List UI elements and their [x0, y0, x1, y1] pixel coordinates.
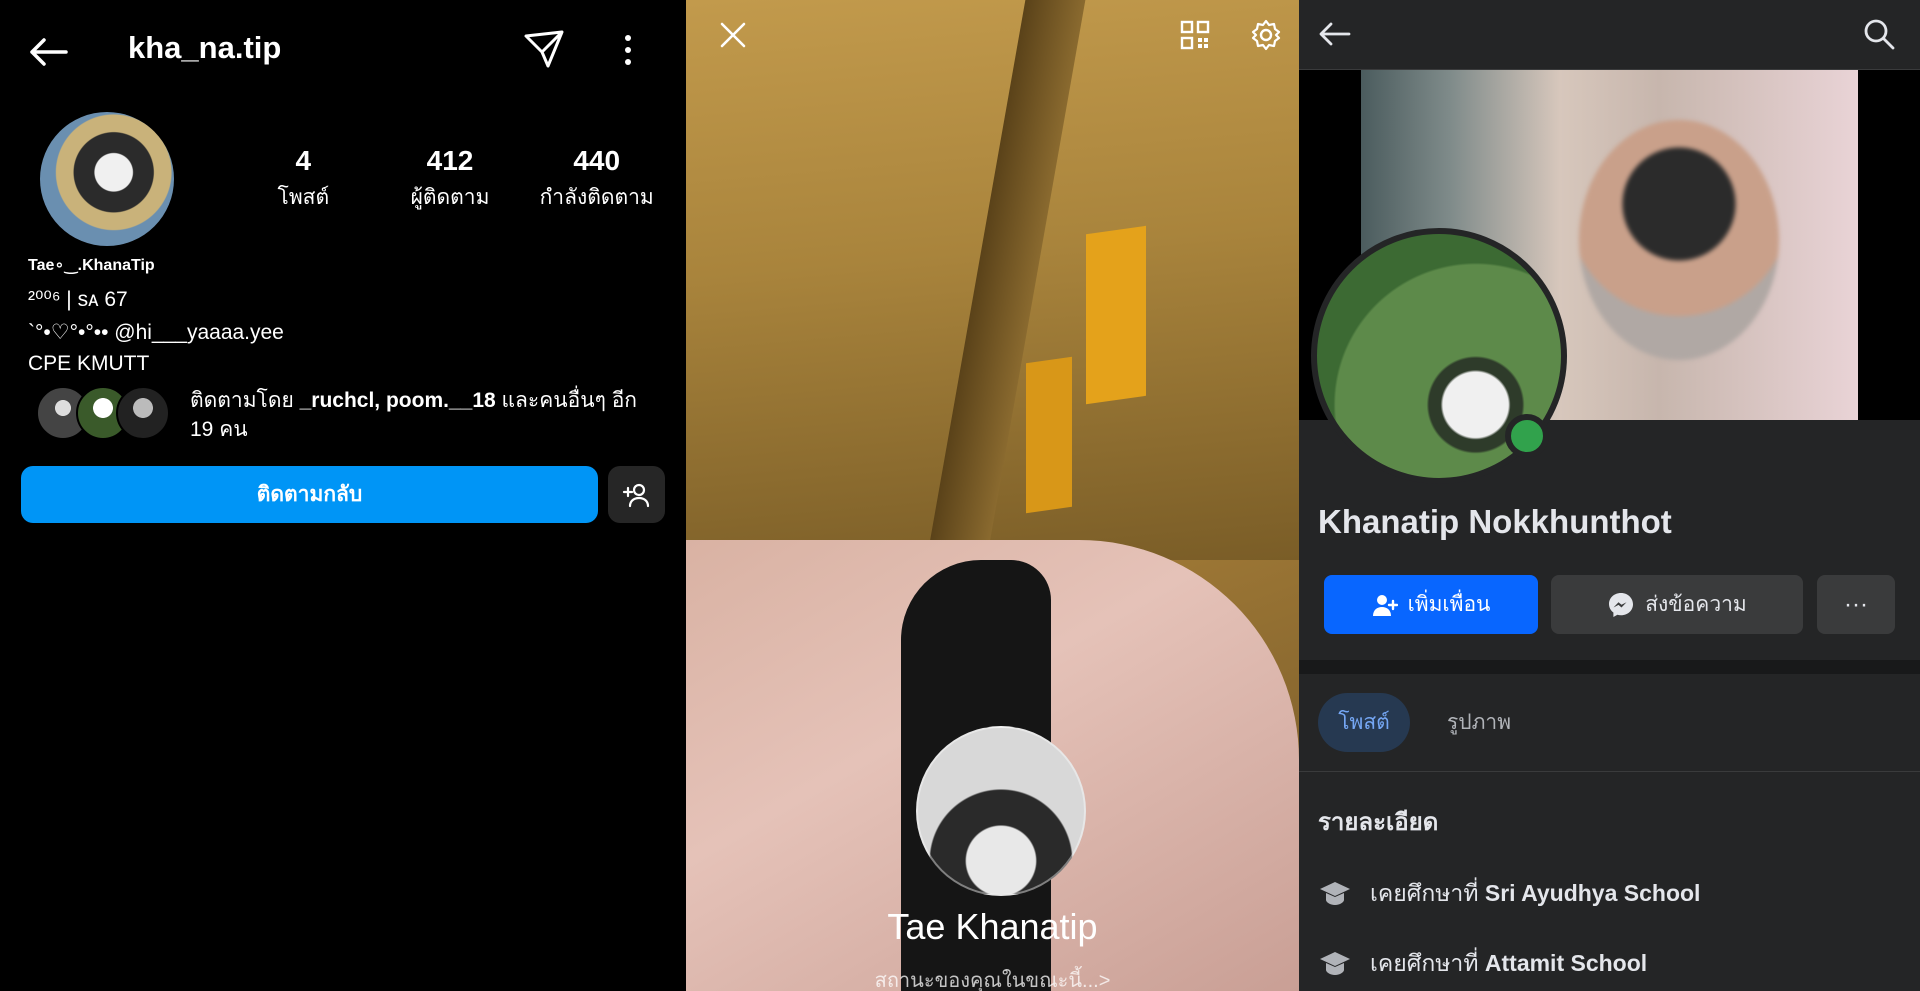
education-text: เคยศึกษาที่ Attamit School: [1370, 946, 1647, 982]
person-plus-icon: [1372, 594, 1398, 616]
graduation-cap-icon: [1320, 952, 1350, 975]
education-school[interactable]: Attamit School: [1485, 950, 1647, 976]
graduation-cap-icon: [1320, 882, 1350, 905]
story-avatar[interactable]: [916, 726, 1086, 896]
background-photo-sign: [1086, 225, 1146, 405]
messenger-icon: [1609, 592, 1634, 617]
back-arrow-icon[interactable]: [1317, 16, 1353, 52]
message-button[interactable]: ส่งข้อความ: [1551, 575, 1803, 634]
mutual-followers-avatars[interactable]: [36, 386, 176, 442]
tab-posts[interactable]: โพสต์: [1318, 693, 1410, 752]
suggest-users-button[interactable]: [608, 466, 665, 523]
mutual-avatar: [116, 386, 170, 440]
profile-name: Khanatip Nokkhunthot: [1318, 503, 1672, 540]
profile-avatar[interactable]: [40, 112, 174, 246]
stat-following-count: 440: [573, 145, 621, 176]
profile-username: kha_na.tip: [128, 30, 282, 65]
education-text: เคยศึกษาที่ Sri Ayudhya School: [1370, 876, 1700, 912]
online-status-dot: [1505, 414, 1549, 458]
education-item[interactable]: เคยศึกษาที่ Sri Ayudhya School: [1318, 876, 1700, 912]
background-photo-sign: [1026, 356, 1072, 514]
add-friend-button[interactable]: เพิ่มเพื่อน: [1324, 575, 1538, 634]
facebook-header: [1299, 0, 1920, 70]
education-item[interactable]: เคยศึกษาที่ Attamit School: [1318, 946, 1647, 982]
details-heading: รายละเอียด: [1318, 809, 1439, 836]
paper-plane-icon[interactable]: [520, 26, 568, 74]
profile-display-name: Tae∘‿.KhanaTip: [28, 257, 155, 274]
stat-following[interactable]: 440 กำลังติดตาม: [523, 145, 670, 214]
bio-line: CPE KMUTT: [28, 352, 150, 375]
followed-by-prefix: ติดตามโดย: [190, 389, 300, 412]
education-prefix: เคยศึกษาที่: [1370, 950, 1485, 976]
bio-line: ²⁰⁰⁶ | sᴀ 67: [28, 288, 128, 311]
instagram-profile-panel: kha_na.tip 4 โพสต์ 412 ผู้ติดตาม 440 กำล…: [0, 0, 686, 991]
profile-stats: 4 โพสต์ 412 ผู้ติดตาม 440 กำลังติดตาม: [230, 145, 670, 214]
tab-photos[interactable]: รูปภาพ: [1429, 693, 1529, 752]
add-friend-label: เพิ่มเพื่อน: [1407, 593, 1491, 616]
divider: [1299, 771, 1920, 772]
followed-by-names: _ruchcl, poom.__18: [299, 389, 496, 412]
followed-by-text[interactable]: ติดตามโดย _ruchcl, poom.__18 และคนอื่นๆ …: [190, 386, 660, 444]
stat-posts[interactable]: 4 โพสต์: [230, 145, 377, 214]
stat-followers-label: ผู้ติดตาม: [410, 186, 490, 209]
stat-posts-count: 4: [295, 145, 312, 176]
follow-back-button[interactable]: ติดตามกลับ: [21, 466, 598, 523]
close-icon[interactable]: [716, 18, 750, 52]
section-separator: [1299, 660, 1920, 674]
facebook-profile-panel: Khanatip Nokkhunthot เพิ่มเพื่อน ส่งข้อค…: [1299, 0, 1920, 991]
message-label: ส่งข้อความ: [1645, 593, 1747, 616]
stat-following-label: กำลังติดตาม: [539, 186, 654, 209]
back-arrow-icon[interactable]: [24, 28, 72, 76]
education-prefix: เคยศึกษาที่: [1370, 880, 1485, 906]
more-options-icon[interactable]: [610, 26, 646, 74]
stat-followers-count: 412: [426, 145, 474, 176]
instagram-top-bar: kha_na.tip: [0, 0, 686, 100]
stat-posts-label: โพสต์: [277, 186, 330, 209]
gear-icon[interactable]: [1249, 18, 1283, 52]
status-prompt[interactable]: สถานะของคุณในขณะนี้...>: [686, 964, 1299, 991]
more-options-button[interactable]: ···: [1817, 575, 1895, 634]
cover-photo-subject: [1579, 120, 1779, 360]
stat-followers[interactable]: 412 ผู้ติดตาม: [377, 145, 524, 214]
story-profile-name: Tae Khanatip: [887, 906, 1098, 947]
education-school[interactable]: Sri Ayudhya School: [1485, 880, 1701, 906]
qr-code-icon[interactable]: [1180, 20, 1210, 50]
person-plus-icon: [622, 483, 649, 507]
bio-line: `°•♡°•°•• @hi___yaaaa.yee: [28, 321, 284, 344]
search-icon[interactable]: [1861, 16, 1897, 52]
story-profile-panel: Tae Khanatip สถานะของคุณในขณะนี้...>: [686, 0, 1299, 991]
